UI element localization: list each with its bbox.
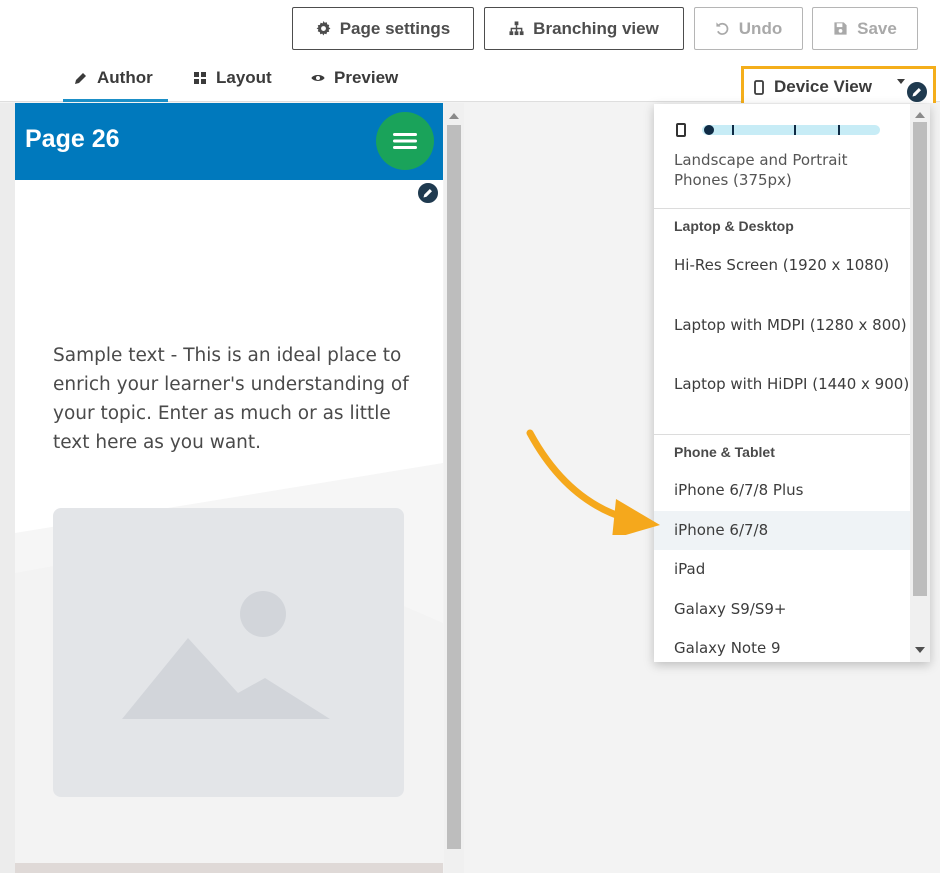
grid-icon bbox=[194, 72, 206, 84]
hamburger-icon bbox=[393, 133, 417, 149]
phone-icon bbox=[676, 123, 686, 137]
pencil-icon bbox=[75, 73, 86, 84]
tab-preview[interactable]: Preview bbox=[300, 68, 425, 102]
menu-item-iphone-plus[interactable]: iPhone 6/7/8 Plus bbox=[654, 480, 910, 510]
menu-item-galaxy-s9[interactable]: Galaxy S9/S9+ bbox=[654, 599, 910, 619]
tab-layout-label: Layout bbox=[216, 68, 272, 87]
menu-item-hi-res-screen[interactable]: Hi-Res Screen (1920 x 1080) bbox=[654, 255, 910, 275]
tab-layout[interactable]: Layout bbox=[182, 68, 292, 102]
branching-view-button[interactable]: Branching view bbox=[484, 7, 684, 50]
slider-tick bbox=[732, 125, 734, 135]
save-button[interactable]: Save bbox=[812, 7, 918, 50]
menu-item-laptop-hidpi[interactable]: Laptop with HiDPI (1440 x 900) bbox=[654, 374, 910, 394]
tab-author[interactable]: Author bbox=[63, 68, 168, 102]
chevron-down-icon bbox=[897, 79, 905, 84]
page-footer-strip bbox=[15, 863, 443, 873]
pencil-icon bbox=[912, 88, 921, 97]
page-title: Page 26 bbox=[25, 125, 120, 153]
menu-button[interactable] bbox=[376, 112, 434, 170]
group-laptop-desktop: Laptop & Desktop bbox=[674, 218, 794, 234]
scroll-up-arrow-icon[interactable] bbox=[915, 112, 925, 118]
tab-preview-label: Preview bbox=[334, 68, 399, 87]
width-slider[interactable] bbox=[676, 123, 886, 137]
menu-item-ipad[interactable]: iPad bbox=[654, 559, 910, 579]
pencil-icon bbox=[423, 189, 432, 198]
device-view-menu: Landscape and Portrait Phones (375px) La… bbox=[654, 104, 930, 662]
menu-item-iphone[interactable]: iPhone 6/7/8 bbox=[654, 511, 910, 550]
branching-view-label: Branching view bbox=[533, 18, 659, 38]
divider bbox=[654, 434, 910, 435]
page-preview: Page 26 Sample text - This is an ideal p… bbox=[15, 103, 443, 873]
page-scrollbar-thumb[interactable] bbox=[447, 125, 461, 849]
divider bbox=[654, 208, 910, 209]
canvas-left-margin bbox=[0, 103, 15, 873]
page-header: Page 26 bbox=[15, 103, 443, 180]
device-view-label: Device View bbox=[774, 77, 872, 96]
slider-tick bbox=[838, 125, 840, 135]
current-device-size: Landscape and Portrait Phones (375px) bbox=[674, 151, 848, 189]
menu-item-laptop-mdpi[interactable]: Laptop with MDPI (1280 x 800) bbox=[654, 315, 910, 335]
page-settings-button[interactable]: Page settings bbox=[292, 7, 474, 50]
floppy-icon bbox=[834, 22, 847, 35]
undo-label: Undo bbox=[738, 18, 783, 38]
page-scrollbar[interactable] bbox=[444, 103, 464, 873]
image-placeholder-icon bbox=[122, 591, 330, 719]
slider-tick bbox=[794, 125, 796, 135]
phone-icon bbox=[754, 79, 764, 95]
edit-device-view-button[interactable] bbox=[905, 80, 929, 104]
scroll-down-arrow-icon[interactable] bbox=[915, 647, 925, 653]
device-menu-scrollbar-thumb[interactable] bbox=[913, 122, 927, 596]
gear-icon bbox=[316, 21, 331, 36]
group-phone-tablet: Phone & Tablet bbox=[674, 444, 775, 460]
sample-text[interactable]: Sample text - This is an ideal place to … bbox=[53, 341, 418, 457]
undo-icon bbox=[716, 22, 729, 35]
eye-icon bbox=[311, 75, 325, 81]
menu-item-galaxy-note-9[interactable]: Galaxy Note 9 bbox=[654, 638, 910, 658]
tab-author-label: Author bbox=[97, 68, 153, 87]
sitemap-icon bbox=[509, 21, 524, 36]
slider-handle[interactable] bbox=[704, 125, 714, 135]
slider-track[interactable] bbox=[702, 125, 880, 135]
device-menu-scrollbar[interactable] bbox=[910, 104, 930, 662]
edit-header-button[interactable] bbox=[416, 181, 440, 205]
undo-button[interactable]: Undo bbox=[694, 7, 803, 50]
scroll-up-arrow-icon[interactable] bbox=[449, 113, 459, 119]
save-label: Save bbox=[857, 18, 897, 38]
annotation-arrow-icon bbox=[526, 429, 660, 535]
image-placeholder[interactable] bbox=[53, 508, 404, 797]
page-settings-label: Page settings bbox=[339, 18, 451, 38]
